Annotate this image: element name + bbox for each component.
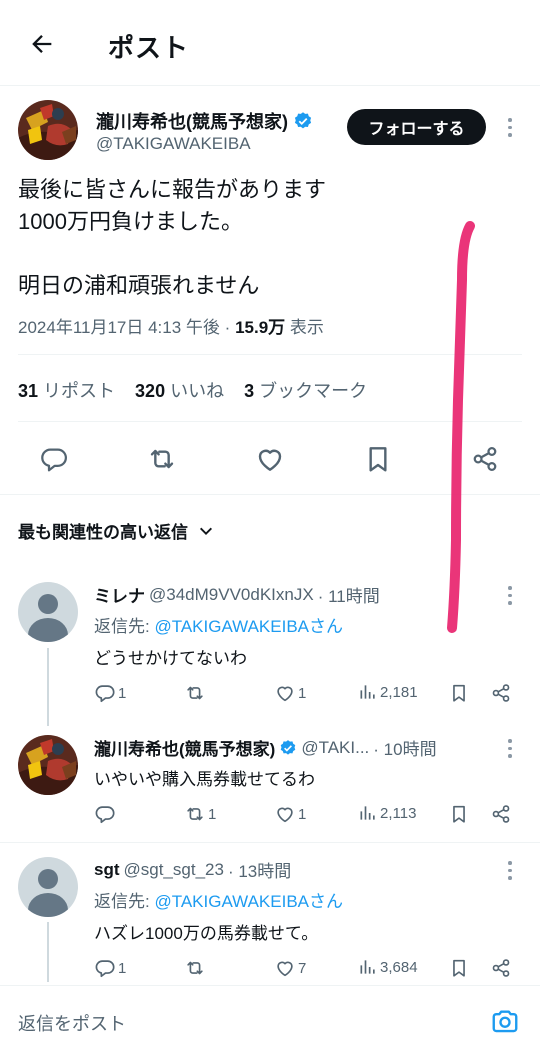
bookmark-button[interactable] (448, 682, 470, 704)
post-meta: 2024年11月17日 4:13 午後 · 15.9万 表示 (18, 318, 324, 337)
reply-avatar[interactable] (18, 582, 78, 642)
reply-text: どうせかけてないわ (94, 649, 247, 668)
reply-item[interactable]: ミレナ @34dM9VV0dKIxnJX · 11時間 返信先: @TAKIGA… (0, 582, 540, 712)
repost-icon (187, 807, 203, 821)
bookmark-icon (453, 684, 465, 702)
views-count: 15.9万 (235, 318, 286, 337)
bookmark-button[interactable] (361, 442, 395, 476)
like-button[interactable] (253, 442, 287, 476)
page-title: ポスト (108, 33, 190, 63)
share-button[interactable] (468, 442, 502, 476)
views-button[interactable]: 2,113 (358, 803, 416, 823)
repost-button[interactable]: 1 (184, 803, 216, 825)
reply-button[interactable]: 1 (94, 682, 126, 704)
bookmark-button[interactable] (448, 957, 470, 979)
post-actions (0, 434, 540, 484)
bookmark-icon (453, 805, 465, 823)
views-button[interactable]: 2,181 (358, 682, 418, 702)
reply-actions: 1 7 3,684 (94, 957, 524, 981)
share-button[interactable] (490, 957, 512, 979)
repost-icon (150, 449, 174, 469)
author-name[interactable]: 瀧川寿希也(競馬予想家) (96, 108, 313, 134)
reposts-stat[interactable]: 31 リポスト (18, 377, 115, 403)
reply-to: 返信先: @TAKIGAWAKEIBAさん (94, 892, 343, 911)
views-label: 表示 (289, 318, 324, 337)
verified-badge-icon (281, 739, 296, 755)
reply-actions: 1 1 2,113 (94, 803, 524, 827)
like-button[interactable]: 1 (274, 682, 306, 704)
reply-header: ミレナ @34dM9VV0dKIxnJX · 11時間 (94, 584, 380, 607)
share-button[interactable] (490, 682, 512, 704)
reply-button[interactable]: 1 (94, 957, 126, 979)
repost-button[interactable] (184, 682, 208, 704)
likes-stat[interactable]: 320 いいね (135, 377, 224, 403)
replies-sort-label: 最も関連性の高い返信 (18, 523, 188, 542)
share-icon (492, 805, 510, 823)
like-button[interactable]: 7 (274, 957, 306, 979)
reply-item[interactable]: 瀧川寿希也(競馬予想家) @TAKI... · 10時間 いやいや購入馬券載せて… (0, 735, 540, 835)
repost-icon (187, 686, 203, 700)
reply-header: 瀧川寿希也(競馬予想家) @TAKI... · 10時間 (94, 737, 437, 760)
views-icon (360, 960, 375, 974)
like-button[interactable]: 1 (274, 803, 306, 825)
top-bar: ポスト (0, 0, 540, 86)
post-text: 最後に皆さんに報告があります 1000万円負けました。 明日の浦和頑張れません (18, 177, 327, 298)
divider (0, 494, 540, 495)
reply-to: 返信先: @TAKIGAWAKEIBAさん (94, 617, 343, 636)
reply-item[interactable]: sgt @sgt_sgt_23 · 13時間 返信先: @TAKIGAWAKEI… (0, 857, 540, 985)
reply-avatar[interactable] (18, 735, 78, 795)
share-icon (492, 959, 510, 977)
more-icon[interactable] (508, 586, 512, 605)
repost-icon (187, 961, 203, 975)
reply-text: ハズレ1000万の馬券載せて。 (94, 924, 319, 943)
bookmark-button[interactable] (448, 803, 470, 825)
reply-composer: 返信をポスト (0, 985, 540, 1057)
share-button[interactable] (490, 803, 512, 825)
reply-avatar[interactable] (18, 857, 78, 917)
repost-button[interactable] (145, 442, 179, 476)
views-icon (360, 685, 375, 699)
verified-badge-icon (294, 112, 312, 129)
author-handle[interactable]: @TAKIGAWAKEIBA (96, 134, 251, 154)
more-icon[interactable] (508, 118, 512, 137)
more-icon[interactable] (508, 739, 512, 758)
views-icon (360, 806, 375, 820)
bookmark-icon (369, 447, 387, 472)
divider (18, 421, 522, 422)
camera-button[interactable] (490, 1006, 520, 1036)
reply-icon (41, 448, 67, 472)
share-icon (473, 446, 497, 472)
back-button[interactable] (22, 24, 62, 64)
reply-icon (95, 960, 115, 978)
more-icon[interactable] (508, 861, 512, 880)
repost-button[interactable] (184, 957, 208, 979)
post-timestamp[interactable]: 2024年11月17日 4:13 午後 (18, 318, 220, 337)
post-stats: 31 リポスト 320 いいね 3 ブックマーク (18, 377, 367, 403)
like-icon (258, 449, 282, 471)
replies-sort-selector[interactable]: 最も関連性の高い返信 (18, 518, 214, 543)
author-avatar[interactable] (18, 100, 78, 160)
reply-icon (95, 685, 115, 703)
divider (0, 842, 540, 843)
bookmark-icon (453, 959, 465, 977)
reply-button[interactable] (37, 442, 71, 476)
reply-input[interactable]: 返信をポスト (18, 1010, 126, 1036)
views-button[interactable]: 3,684 (358, 957, 418, 977)
like-icon (277, 807, 293, 823)
chevron-down-icon (200, 527, 212, 535)
reply-actions: 1 1 2,181 (94, 682, 524, 706)
bookmarks-stat[interactable]: 3 ブックマーク (244, 377, 367, 403)
camera-icon (492, 1010, 518, 1033)
reply-header: sgt @sgt_sgt_23 · 13時間 (94, 859, 292, 882)
reply-text: いやいや購入馬券載せてるわ (94, 770, 315, 789)
divider (18, 354, 522, 355)
follow-button[interactable]: フォローする (347, 109, 486, 145)
back-arrow-icon (32, 35, 52, 53)
like-icon (277, 686, 293, 702)
post-author: 瀧川寿希也(競馬予想家) @TAKIGAWAKEIBA フォローする (18, 100, 522, 160)
reply-icon (95, 806, 115, 824)
share-icon (492, 684, 510, 702)
like-icon (277, 961, 293, 977)
reply-button[interactable] (94, 803, 118, 825)
